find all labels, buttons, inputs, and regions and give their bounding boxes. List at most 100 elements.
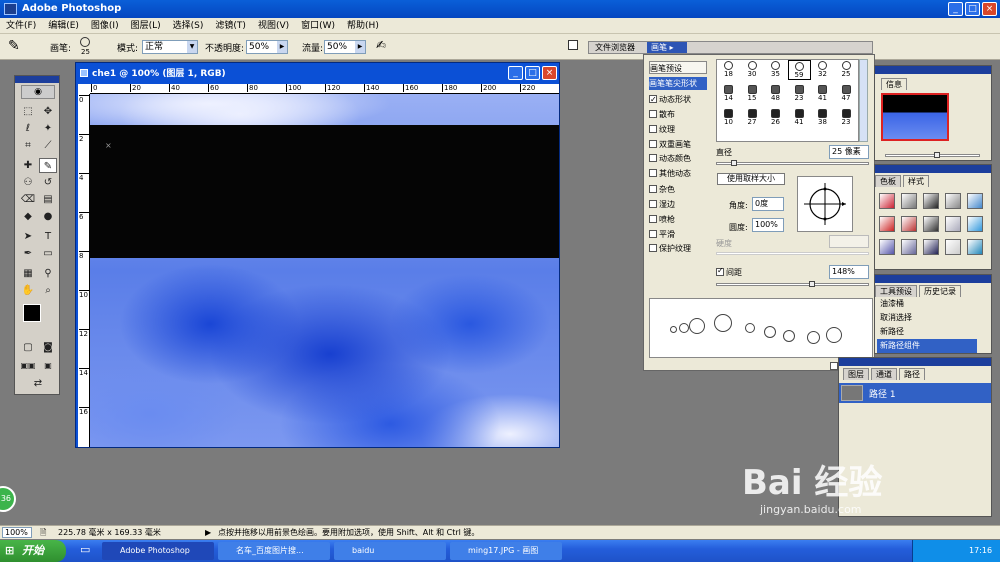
brush-preset[interactable]: 48 [764, 84, 787, 104]
brush-preset[interactable]: 41 [811, 84, 834, 104]
brush-option-item[interactable]: 喷枪 [649, 213, 707, 226]
brush-preset[interactable]: 59 [787, 60, 811, 80]
minimize-icon[interactable]: _ [508, 66, 523, 80]
style-swatch[interactable] [967, 216, 983, 232]
brush-tool-icon[interactable]: ✎ [39, 158, 57, 173]
style-swatch[interactable] [945, 216, 961, 232]
palette-header[interactable] [875, 275, 991, 283]
menu-layer[interactable]: 图层(L) [125, 18, 167, 34]
checkbox-icon[interactable] [649, 169, 657, 177]
style-swatch[interactable] [923, 216, 939, 232]
menu-image[interactable]: 图像(I) [85, 18, 125, 34]
brush-option-item[interactable]: 纹理 [649, 123, 707, 136]
style-swatch[interactable] [967, 239, 983, 255]
palette-header[interactable] [875, 165, 991, 173]
screen-mode-icon[interactable]: ▣▣ [19, 358, 37, 373]
brush-option-item[interactable]: 杂色 [649, 183, 707, 196]
taskbar-folder[interactable]: baidu [334, 542, 446, 560]
brush-option-item[interactable]: 动态颜色 [649, 152, 707, 165]
checkbox-icon[interactable] [649, 200, 657, 208]
brush-option-item[interactable]: 画笔笔尖形状 [649, 77, 707, 90]
brush-option-item[interactable]: 散布 [649, 108, 707, 121]
tab-tool-presets[interactable]: 工具预设 [875, 285, 917, 297]
menu-select[interactable]: 选择(S) [167, 18, 210, 34]
tab-history[interactable]: 历史记录 [919, 285, 961, 297]
brush-preset[interactable]: 41 [788, 108, 811, 128]
blur-tool-icon[interactable]: ◆ [19, 209, 37, 224]
brush-preset[interactable]: 14 [717, 84, 740, 104]
brush-option-item[interactable]: 其他动态 [649, 167, 707, 180]
spacing-slider[interactable] [716, 281, 869, 287]
close-icon[interactable]: × [542, 66, 557, 80]
checkbox-icon[interactable] [649, 215, 657, 223]
brush-option-item[interactable]: 动态形状 [649, 93, 707, 106]
menu-edit[interactable]: 编辑(E) [42, 18, 85, 34]
zoom-tool-icon[interactable]: ⌕ [39, 283, 57, 298]
history-item[interactable]: 取消选择 [877, 311, 977, 325]
menu-window[interactable]: 窗口(W) [295, 18, 341, 34]
style-swatch[interactable] [967, 193, 983, 209]
brush-preset[interactable]: 35 [764, 60, 787, 80]
shape-tool-icon[interactable]: ▭ [39, 246, 57, 261]
brush-preset[interactable]: 38 [811, 108, 834, 128]
crop-tool-icon[interactable]: ⌗ [19, 138, 37, 153]
path-item[interactable]: 路径 1 [839, 383, 991, 403]
scrollbar[interactable] [859, 59, 868, 142]
brush-angle-widget[interactable] [797, 176, 853, 232]
history-brush-icon[interactable]: ↺ [39, 175, 57, 190]
angle-field[interactable]: 0度 [752, 197, 784, 211]
palette-header[interactable] [875, 66, 991, 74]
tab-file-browser[interactable]: 文件浏览器 [591, 42, 639, 53]
fullscreen-mode-icon[interactable]: ▣ [39, 358, 57, 373]
brush-preset[interactable]: 30 [741, 60, 764, 80]
magic-wand-icon[interactable]: ✦ [39, 121, 57, 136]
history-item[interactable]: 油漆桶 [877, 297, 977, 311]
eraser-tool-icon[interactable]: ⌫ [19, 192, 37, 207]
brush-presets-grid[interactable]: 18 30 35 59 32 25 14 15 48 23 41 47 10 27 26 41 38 23 [716, 59, 859, 142]
type-tool-icon[interactable]: T [39, 229, 57, 244]
tab-styles[interactable]: 样式 [903, 175, 929, 187]
menu-filter[interactable]: 滤镜(T) [209, 18, 252, 34]
style-swatch[interactable] [945, 193, 961, 209]
brush-preset[interactable]: 23 [835, 108, 858, 128]
slider-thumb[interactable] [809, 281, 815, 287]
taskbar-photoshop[interactable]: Adobe Photoshop [102, 542, 214, 560]
maximize-icon[interactable]: □ [525, 66, 540, 80]
diameter-slider[interactable] [716, 160, 869, 166]
minimize-icon[interactable]: _ [948, 2, 963, 16]
canvas[interactable]: × [90, 94, 559, 447]
brush-preset[interactable]: 26 [764, 108, 787, 128]
roundness-field[interactable]: 100% [752, 218, 784, 232]
quickmask-mode-icon[interactable]: ◙ [39, 340, 57, 355]
dodge-tool-icon[interactable]: ● [39, 209, 57, 224]
pen-tool-icon[interactable]: ✒ [19, 246, 37, 261]
spacing-checkbox[interactable]: 间距 [716, 266, 742, 278]
palette-header[interactable] [839, 358, 991, 366]
checkbox-icon[interactable] [649, 230, 657, 238]
imageready-icon[interactable]: ⇄ [29, 376, 47, 391]
brush-option-item[interactable]: 平滑 [649, 228, 707, 241]
style-swatch[interactable] [879, 193, 895, 209]
checkbox-icon[interactable] [649, 125, 657, 133]
move-tool-icon[interactable]: ✥ [39, 104, 57, 119]
tab-channels[interactable]: 通道 [871, 368, 897, 380]
flow-field[interactable]: 50% ▶ [324, 40, 366, 54]
style-swatch[interactable] [901, 193, 917, 209]
clone-stamp-icon[interactable]: ⚇ [19, 175, 37, 190]
eyedropper-icon[interactable]: ⚲ [39, 266, 57, 281]
show-desktop-icon[interactable]: ▭ [80, 543, 90, 556]
spacing-field[interactable]: 148% [829, 265, 869, 279]
toolbox-header[interactable] [15, 76, 59, 83]
style-swatch[interactable] [901, 239, 917, 255]
diameter-field[interactable]: 25 像素 [829, 145, 869, 159]
brush-preset[interactable]: 47 [835, 84, 858, 104]
tab-brushes[interactable]: 画笔 ▸ [647, 42, 687, 53]
menu-view[interactable]: 视图(V) [252, 18, 295, 34]
style-swatch[interactable] [945, 239, 961, 255]
brush-preset[interactable]: 27 [741, 108, 764, 128]
opacity-field[interactable]: 50% ▶ [246, 40, 288, 54]
lasso-tool-icon[interactable]: ℓ [19, 121, 37, 136]
gradient-tool-icon[interactable]: ▤ [39, 192, 57, 207]
marquee-tool-icon[interactable]: ⬚ [19, 104, 37, 119]
foreground-color-swatch[interactable] [23, 304, 41, 322]
